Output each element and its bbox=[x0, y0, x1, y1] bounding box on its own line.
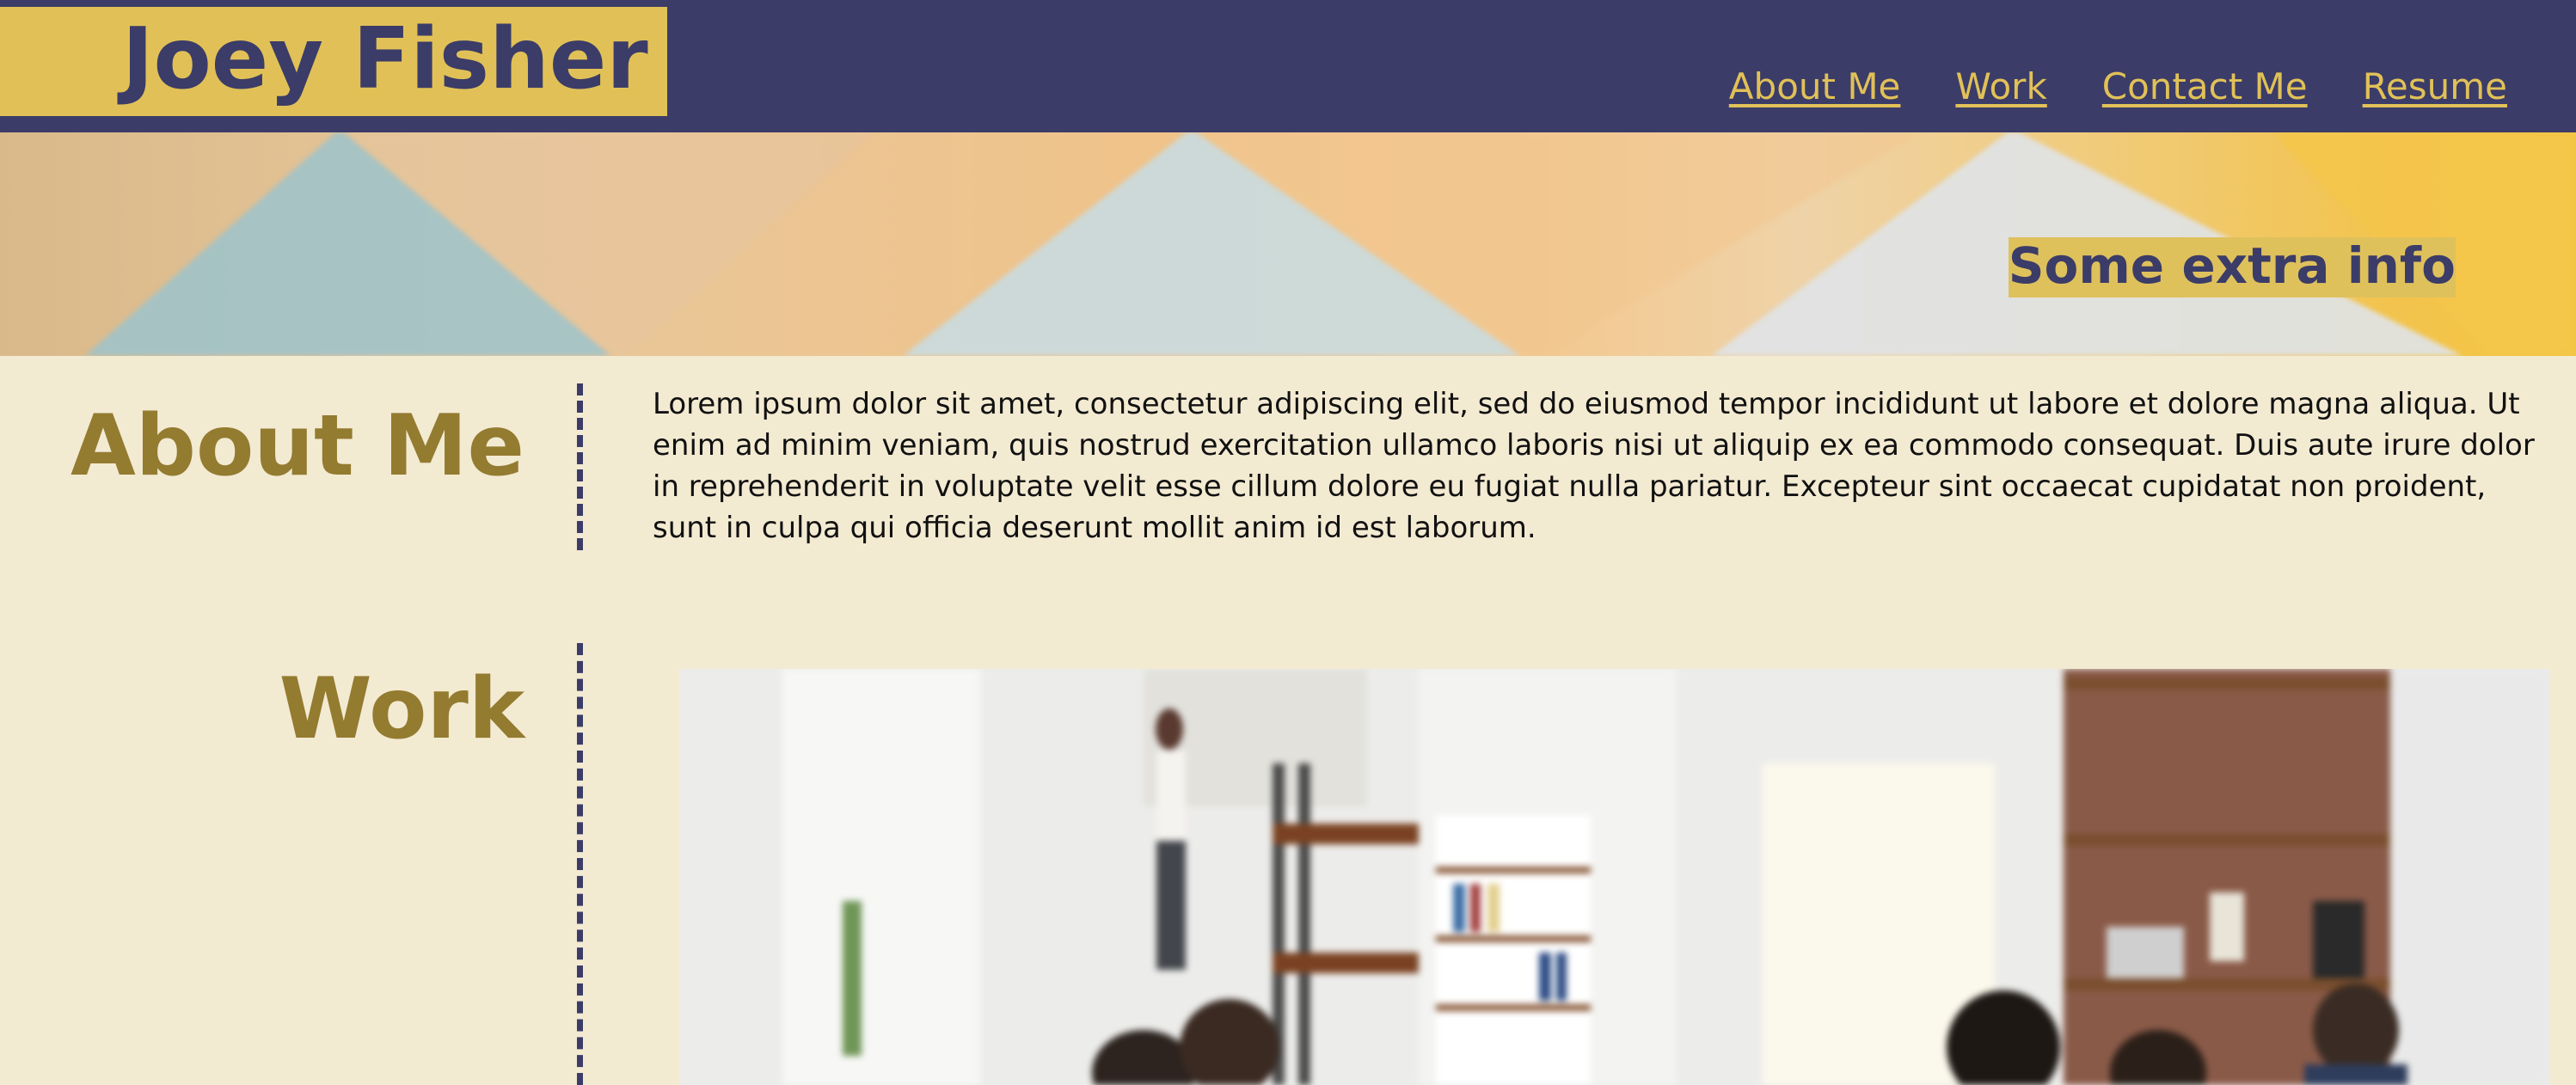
main-nav: About Me Work Contact Me Resume bbox=[1729, 65, 2507, 107]
site-title[interactable]: Joey Fisher bbox=[122, 17, 648, 101]
about-divider bbox=[577, 383, 583, 550]
nav-link-contact-me[interactable]: Contact Me bbox=[2102, 65, 2308, 107]
work-heading: Work bbox=[279, 660, 524, 758]
nav-link-about-me[interactable]: About Me bbox=[1729, 65, 1901, 107]
hero-banner: Some extra info bbox=[0, 132, 2576, 356]
office-scene-image bbox=[679, 669, 2550, 1085]
about-paragraph: Lorem ipsum dolor sit amet, consectetur … bbox=[653, 387, 2535, 545]
work-divider bbox=[577, 643, 583, 1085]
nav-link-resume[interactable]: Resume bbox=[2363, 65, 2507, 107]
extra-info-label: Some extra info bbox=[2008, 237, 2456, 297]
nav-link-work[interactable]: Work bbox=[1955, 65, 2046, 107]
work-photo bbox=[679, 669, 2550, 1085]
site-header: Joey Fisher About Me Work Contact Me Res… bbox=[0, 0, 2576, 132]
brand-block: Joey Fisher bbox=[0, 7, 667, 116]
about-me-heading: About Me bbox=[70, 397, 524, 495]
